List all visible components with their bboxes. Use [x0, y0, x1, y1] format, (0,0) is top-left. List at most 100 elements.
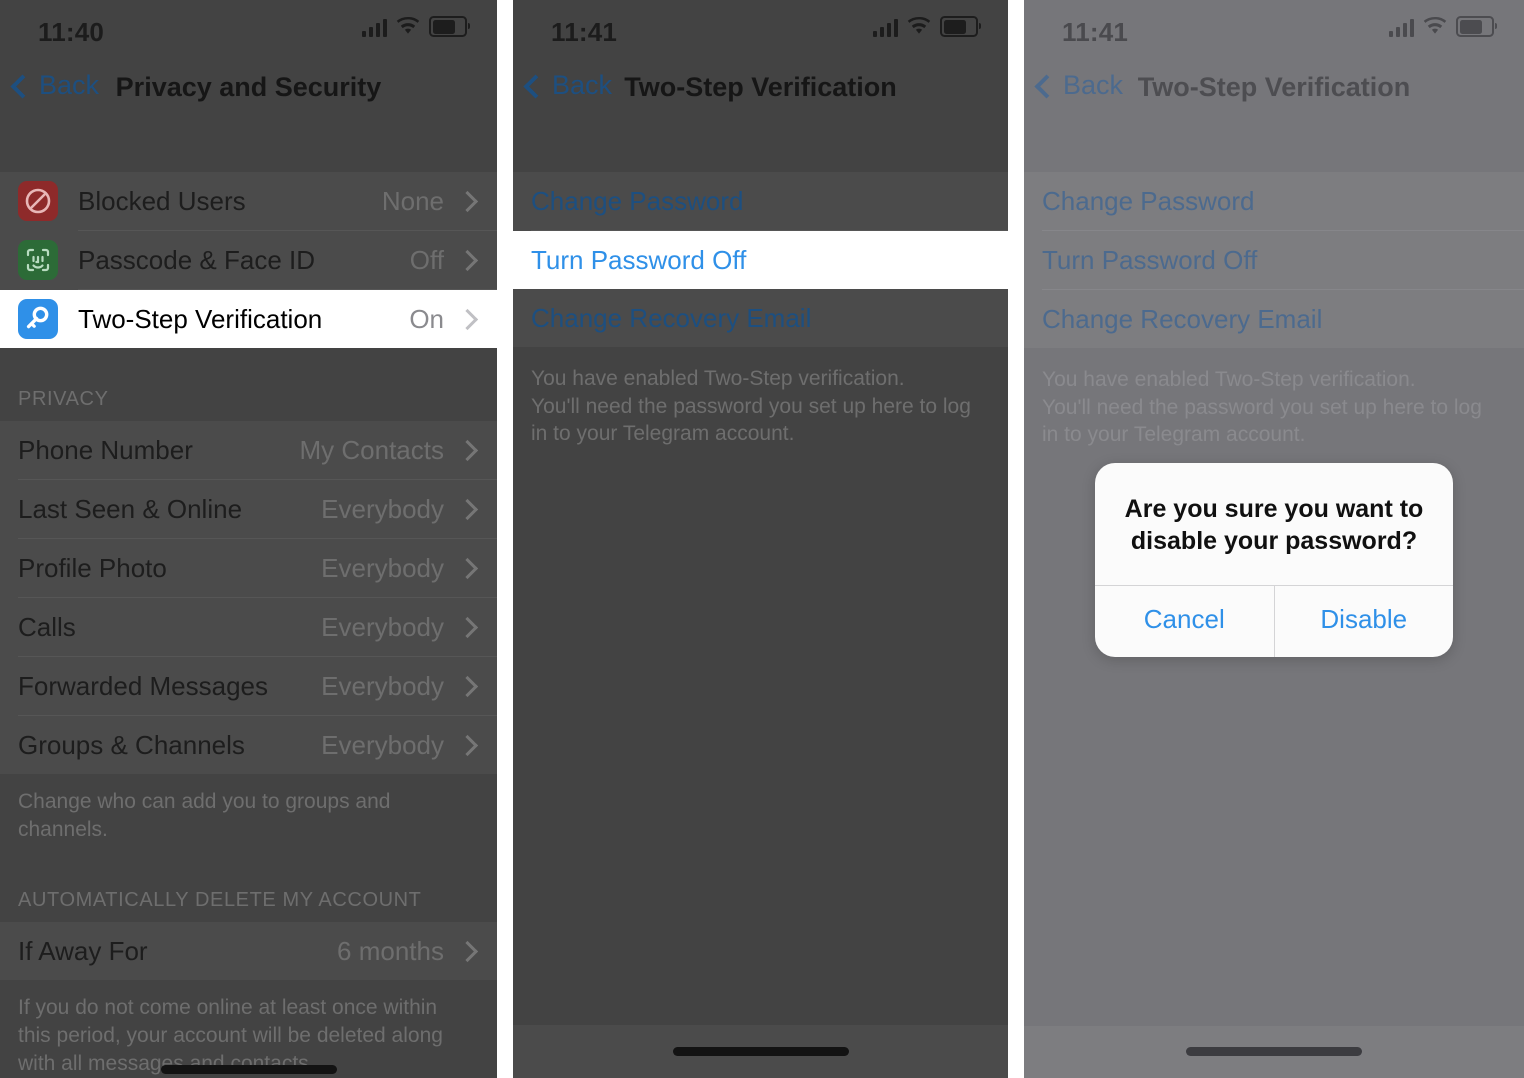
chevron-right-icon	[456, 734, 479, 756]
list-item-label: Change Recovery Email	[531, 302, 812, 333]
privacy-section-header-area: PRIVACY	[0, 348, 497, 421]
list-item-label: Turn Password Off	[531, 244, 747, 275]
phone-panel-privacy-and-security: 11:40 Back Privacy and Security Blocked …	[0, 0, 497, 1078]
list-item-value: Everybody	[321, 670, 444, 701]
navigation-bar: Back Two-Step Verification	[1024, 62, 1524, 118]
privacy-footnote: Change who can add you to groups and cha…	[18, 790, 391, 841]
list-item-label: Forwarded Messages	[18, 670, 268, 701]
list-item-calls[interactable]: Calls Everybody	[0, 598, 497, 656]
footnote-area: You have enabled Two-Step verification. …	[1024, 348, 1524, 1026]
list-item-label: Profile Photo	[18, 552, 167, 583]
status-bar: 11:40	[0, 0, 497, 62]
status-indicators	[872, 16, 981, 37]
section-header-auto-delete: AUTOMATICALLY DELETE MY ACCOUNT	[18, 889, 422, 912]
chevron-right-icon	[456, 616, 479, 638]
list-item-label: Change Password	[1042, 185, 1255, 216]
status-time: 11:40	[38, 17, 105, 47]
list-item-profile-photo[interactable]: Profile Photo Everybody	[0, 539, 497, 597]
list-item-label: Change Password	[531, 185, 744, 216]
auto-delete-footnote: If you do not come online at least once …	[18, 996, 443, 1075]
list-item-label: Phone Number	[18, 434, 193, 465]
auto-delete-footnote-area: If you do not come online at least once …	[0, 980, 497, 1078]
phone-panel-two-step-verification: 11:41 Back Two-Step Verification Change …	[513, 0, 1008, 1078]
list-item-turn-password-off[interactable]: Turn Password Off	[1024, 231, 1524, 289]
wifi-icon	[1423, 17, 1447, 36]
list-item-value: 6 months	[337, 935, 444, 966]
list-item-label: Change Recovery Email	[1042, 303, 1323, 334]
list-item-value: My Contacts	[299, 434, 445, 465]
blocked-users-icon	[18, 181, 58, 221]
chevron-right-icon	[456, 308, 479, 330]
confirm-disable-password-dialog: Are you sure you want to disable your pa…	[1095, 463, 1453, 657]
phone-screen: 11:41 Back Two-Step Verification Change …	[1024, 0, 1524, 1078]
wifi-icon	[396, 17, 420, 36]
face-id-icon	[18, 240, 58, 280]
list-item-if-away-for[interactable]: If Away For 6 months	[0, 922, 497, 980]
list-item-label: Calls	[18, 611, 76, 642]
battery-icon	[429, 16, 470, 37]
cellular-signal-icon	[872, 17, 898, 37]
list-item-phone-number[interactable]: Phone Number My Contacts	[0, 421, 497, 479]
home-indicator	[672, 1047, 849, 1056]
list-item-value: None	[381, 185, 444, 216]
list-item-value: Everybody	[321, 729, 444, 760]
chevron-right-icon	[456, 940, 479, 963]
two-step-footnote: You have enabled Two-Step verification. …	[531, 367, 971, 446]
navigation-bar: Back Privacy and Security	[0, 62, 497, 118]
list-item-two-step-verification[interactable]: Two-Step Verification On	[0, 290, 497, 348]
footnote-area: You have enabled Two-Step verification. …	[513, 347, 1008, 1025]
list-item-value: Everybody	[321, 552, 444, 583]
list-item-blocked-users[interactable]: Blocked Users None	[0, 172, 497, 230]
list-item-groups-channels[interactable]: Groups & Channels Everybody	[0, 716, 497, 774]
wifi-icon	[907, 17, 931, 36]
cancel-button[interactable]: Cancel	[1095, 586, 1274, 657]
section-gap	[1024, 118, 1524, 172]
page-title: Two-Step Verification	[1137, 72, 1411, 102]
status-time: 11:41	[1062, 17, 1129, 47]
list-item-label: Groups & Channels	[18, 729, 245, 760]
cellular-signal-icon	[1388, 17, 1414, 37]
list-item-value: On	[409, 303, 444, 334]
status-indicators	[1388, 16, 1497, 37]
battery-icon	[1456, 16, 1497, 37]
key-icon	[18, 299, 58, 339]
list-item-value: Everybody	[321, 611, 444, 642]
list-item-change-password[interactable]: Change Password	[513, 172, 1008, 230]
chevron-right-icon	[456, 249, 479, 271]
two-step-footnote: You have enabled Two-Step verification. …	[1042, 368, 1482, 447]
page-title: Privacy and Security	[115, 72, 382, 102]
list-item-label: Passcode & Face ID	[78, 244, 315, 275]
phone-panel-two-step-verification-alert: 11:41 Back Two-Step Verification Change …	[1024, 0, 1524, 1078]
dialog-title: Are you sure you want to disable your pa…	[1124, 495, 1424, 555]
list-item-label: Blocked Users	[78, 185, 246, 216]
list-item-label: If Away For	[18, 935, 148, 966]
list-item-last-seen-online[interactable]: Last Seen & Online Everybody	[0, 480, 497, 538]
status-bar: 11:41	[1024, 0, 1524, 62]
list-item-label: Two-Step Verification	[78, 303, 323, 334]
list-item-change-recovery-email[interactable]: Change Recovery Email	[513, 289, 1008, 347]
list-item-change-recovery-email[interactable]: Change Recovery Email	[1024, 290, 1524, 348]
list-item-passcode-face-id[interactable]: Passcode & Face ID Off	[0, 231, 497, 289]
chevron-right-icon	[456, 439, 479, 461]
list-item-label: Turn Password Off	[1042, 244, 1258, 275]
chevron-right-icon	[456, 498, 479, 520]
list-item-turn-password-off[interactable]: Turn Password Off	[513, 231, 1008, 289]
list-item-forwarded-messages[interactable]: Forwarded Messages Everybody	[0, 657, 497, 715]
list-item-change-password[interactable]: Change Password	[1024, 172, 1524, 230]
cellular-signal-icon	[361, 17, 387, 37]
list-item-value: Everybody	[321, 493, 444, 524]
section-gap	[0, 118, 497, 172]
page-title: Two-Step Verification	[624, 72, 897, 102]
screenshot-stage: 11:40 Back Privacy and Security Blocked …	[0, 0, 1524, 1078]
phone-screen: 11:40 Back Privacy and Security Blocked …	[0, 0, 497, 1078]
disable-button[interactable]: Disable	[1275, 586, 1454, 657]
chevron-right-icon	[456, 190, 479, 212]
status-bar: 11:41	[513, 0, 1008, 62]
chevron-right-icon	[456, 675, 479, 697]
list-item-label: Last Seen & Online	[18, 493, 243, 524]
dialog-actions: Cancel Disable	[1095, 586, 1453, 657]
phone-screen: 11:41 Back Two-Step Verification Change …	[513, 0, 1008, 1078]
list-item-value: Off	[409, 244, 444, 275]
section-gap	[513, 118, 1008, 172]
battery-icon	[940, 16, 981, 37]
